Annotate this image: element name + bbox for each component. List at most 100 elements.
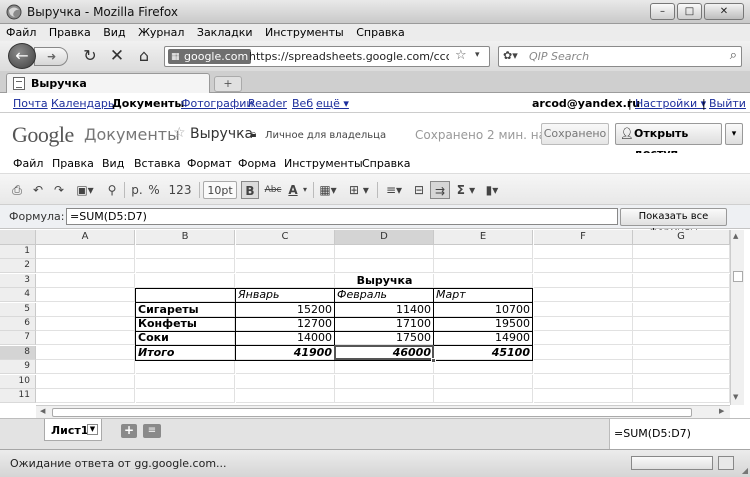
share-more-button[interactable]: ▾ (725, 123, 743, 145)
value-cell[interactable]: 17100 (335, 317, 434, 331)
app-menu-file[interactable]: Файл (13, 157, 43, 170)
grid-cell[interactable] (633, 288, 730, 303)
text-color-dropdown-icon[interactable]: ▾ (300, 181, 310, 199)
url-bar[interactable]: ▦ google.com https://spreadsheets.google.… (164, 46, 490, 67)
month-header[interactable]: Февраль (335, 288, 434, 303)
bookmark-star-icon[interactable]: ☆ (455, 48, 467, 63)
grid-cell[interactable] (136, 389, 235, 403)
grid-cell[interactable] (335, 259, 434, 274)
link-docs[interactable]: Документы (112, 97, 184, 110)
grid-cell[interactable] (534, 345, 633, 360)
item-name[interactable]: Соки (136, 331, 235, 346)
row-header-2[interactable]: 2 (0, 259, 36, 274)
text-color-button[interactable]: A (286, 181, 300, 199)
menu-bookmarks[interactable]: Закладки (191, 24, 256, 39)
product-name[interactable]: Документы (84, 125, 180, 144)
row-header-3[interactable]: 3 (0, 273, 36, 288)
menu-view[interactable]: Вид (97, 24, 128, 39)
app-menu-insert[interactable]: Вставка (134, 157, 181, 170)
app-menu-format[interactable]: Формат (187, 157, 232, 170)
google-logo[interactable]: Google (12, 122, 74, 148)
bold-button[interactable]: B (241, 181, 259, 199)
grid-cell[interactable] (136, 288, 235, 303)
scroll-right-icon[interactable]: ▶ (719, 407, 724, 415)
grid-cell[interactable] (236, 245, 335, 259)
grid-cell[interactable] (36, 245, 135, 259)
link-calendar[interactable]: Календарь (51, 97, 114, 110)
grid-cell[interactable] (434, 245, 533, 259)
saved-button[interactable]: Сохранено (541, 123, 609, 145)
grid-cell[interactable] (534, 273, 633, 288)
document-title[interactable]: Выручка (190, 126, 253, 142)
grid-cell[interactable] (136, 259, 235, 274)
value-cell[interactable]: 10700 (434, 302, 533, 317)
strikethrough-button[interactable]: Abc (262, 181, 284, 199)
stop-icon[interactable]: ✕ (107, 47, 127, 67)
horizontal-scroll-thumb[interactable] (52, 408, 692, 417)
column-header-b[interactable]: B (136, 230, 235, 245)
column-header-e[interactable]: E (434, 230, 533, 245)
menu-tools[interactable]: Инструменты (259, 24, 347, 39)
grid-cell[interactable] (434, 360, 533, 375)
vertical-scroll-thumb[interactable] (733, 271, 743, 282)
value-cell[interactable]: 19500 (434, 317, 533, 331)
sheet-list-button[interactable]: ≡ (143, 424, 161, 438)
spreadsheet-grid[interactable]: A B C D E F G 1 2 3 4 5 6 7 8 9 10 11 Выручка Январь Февраль… (0, 230, 730, 405)
scroll-left-icon[interactable]: ◀ (40, 407, 45, 415)
grid-cell[interactable] (434, 259, 533, 274)
search-input[interactable]: QIP Search (529, 50, 589, 63)
scroll-down-icon[interactable]: ▼ (733, 393, 738, 401)
grid-cell[interactable] (633, 331, 730, 346)
grid-cell[interactable] (36, 302, 135, 317)
row-header-10[interactable]: 10 (0, 374, 36, 389)
fill-handle[interactable] (431, 358, 436, 364)
link-web[interactable]: Веб (292, 97, 313, 110)
row-header-9[interactable]: 9 (0, 360, 36, 375)
number-format-button[interactable]: 123 ▾ (166, 181, 194, 215)
total-value[interactable]: 46000 (335, 345, 434, 360)
grid-cell[interactable] (136, 245, 235, 259)
undo-icon[interactable]: ↶ (30, 181, 46, 199)
month-header[interactable]: Январь (236, 288, 335, 303)
grid-cell[interactable] (335, 245, 434, 259)
borders-icon[interactable]: ⊞ ▾ (345, 181, 373, 199)
app-menu-help[interactable]: Справка (362, 157, 410, 170)
url-text[interactable]: https://spreadsheets.google.com/ccc?hl=r… (249, 50, 449, 63)
grid-cell[interactable] (335, 360, 434, 375)
grid-cell[interactable] (36, 345, 135, 360)
grid-cell[interactable] (36, 273, 135, 288)
grid-cell[interactable] (633, 345, 730, 360)
link-mail[interactable]: Почта (13, 97, 48, 110)
settings-link[interactable]: Настройки ▾ (635, 97, 706, 110)
grid-cell[interactable] (36, 317, 135, 331)
grid-cell[interactable] (434, 273, 533, 288)
value-cell[interactable]: 11400 (335, 302, 434, 317)
sheet-tab-active[interactable]: Лист1 ▼ (44, 419, 102, 441)
row-header-5[interactable]: 5 (0, 302, 36, 317)
grid-cell[interactable] (36, 389, 135, 403)
grid-cell[interactable] (434, 374, 533, 389)
search-engine-icon[interactable]: ✿▾ (503, 49, 527, 62)
grid-cell[interactable] (534, 331, 633, 346)
row-header-6[interactable]: 6 (0, 317, 36, 331)
redo-icon[interactable]: ↷ (51, 181, 67, 199)
scroll-up-icon[interactable]: ▲ (733, 232, 738, 240)
item-name[interactable]: Сигареты (136, 302, 235, 317)
table-title[interactable]: Выручка (335, 274, 434, 288)
grid-cell[interactable] (236, 389, 335, 403)
grid-cell[interactable] (633, 317, 730, 331)
percent-button[interactable]: % (146, 181, 162, 199)
logout-link[interactable]: Выйти (709, 97, 746, 110)
align-icon[interactable]: ≡▾ (381, 181, 407, 199)
grid-cell[interactable] (434, 389, 533, 403)
minimize-button[interactable]: – (650, 3, 675, 20)
grid-cell[interactable] (534, 360, 633, 375)
grid-cell[interactable] (633, 360, 730, 375)
value-cell[interactable]: 12700 (236, 317, 335, 331)
maximize-button[interactable]: □ (677, 3, 702, 20)
column-header-f[interactable]: F (534, 230, 633, 245)
column-header-c[interactable]: C (236, 230, 335, 245)
grid-cell[interactable] (36, 360, 135, 375)
horizontal-scrollbar[interactable]: ◀ ▶ (36, 405, 730, 418)
value-cell[interactable]: 15200 (236, 302, 335, 317)
